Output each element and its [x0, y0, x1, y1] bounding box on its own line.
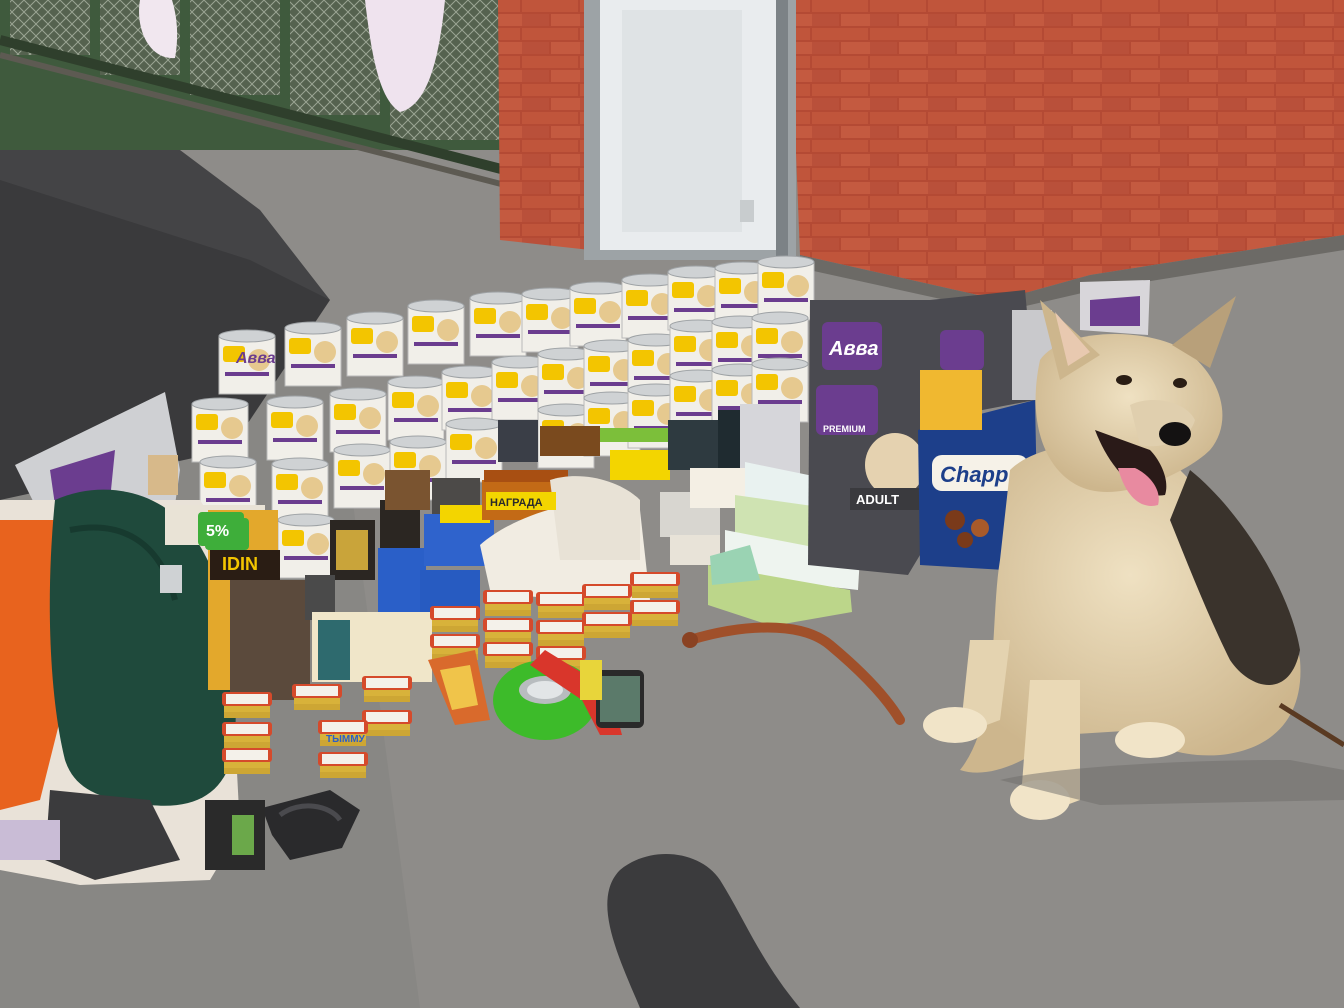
- treat-sticker: НАГРАДА: [490, 497, 543, 509]
- can-brand-label: Авва: [235, 350, 276, 367]
- discount-sticker: 5%: [206, 523, 229, 540]
- bag-adult-label: ADULT: [856, 492, 899, 507]
- chappi-brand-label: Chapp: [940, 462, 1008, 487]
- tray-brand-label: ТЫММУ: [326, 734, 366, 745]
- jacket: [0, 489, 240, 885]
- box-label: IDIN: [222, 554, 258, 574]
- door: [584, 0, 796, 262]
- bag-brand-label: Авва: [828, 338, 878, 360]
- photo-scene: Авва Авва PREMIUM ADULT Chapp ТЫММУ 5% I…: [0, 0, 1344, 1008]
- bag-sublabel: PREMIUM: [823, 424, 866, 434]
- small-card: [205, 800, 265, 870]
